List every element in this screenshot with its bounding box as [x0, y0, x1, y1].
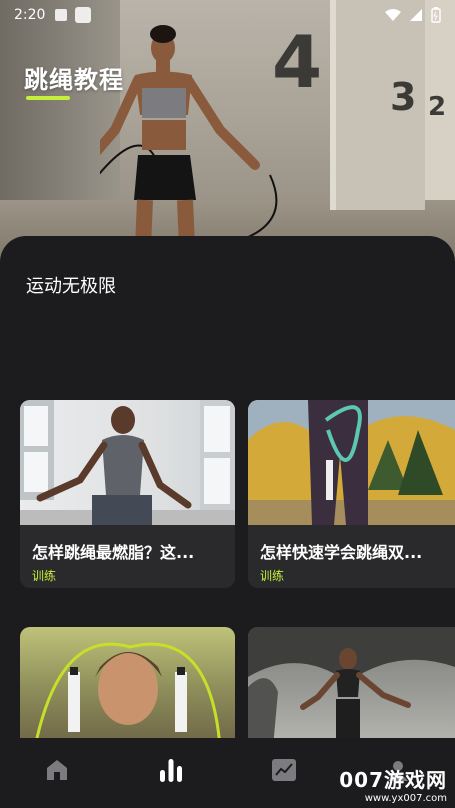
hero-banner: 4 3 2 2:20 跳绳教程	[0, 0, 455, 270]
battery-icon	[431, 7, 441, 23]
section-title: 运动无极限	[26, 276, 116, 297]
card-thumbnail	[20, 627, 235, 747]
title-underline	[26, 96, 70, 100]
video-card[interactable]: 怎样跳绳最燃脂？这... 训练	[20, 400, 235, 588]
notification-square-icon	[75, 7, 92, 23]
signal-icon	[410, 9, 422, 21]
wifi-icon	[385, 9, 401, 21]
notification-a-icon	[55, 9, 68, 21]
watermark-url: www.yx007.com	[364, 793, 447, 804]
card-title: 怎样跳绳最燃脂？这...	[32, 543, 195, 562]
home-icon	[46, 760, 67, 780]
page-title: 跳绳教程	[24, 66, 124, 94]
card-thumbnail	[248, 400, 455, 525]
nav-home[interactable]	[32, 750, 82, 790]
bar-chart-icon	[159, 759, 182, 782]
trend-chart-icon	[272, 759, 297, 781]
card-thumbnail	[248, 627, 455, 747]
nav-trends[interactable]	[259, 750, 309, 790]
status-time: 2:20	[14, 7, 46, 23]
video-card[interactable]	[20, 627, 235, 747]
watermark-brand: 007游戏网	[339, 768, 447, 792]
card-title: 怎样快速学会跳绳双...	[260, 543, 423, 562]
watermark: 007游戏网 www.yx007.com	[339, 764, 447, 804]
bottom-nav: 007游戏网 www.yx007.com	[0, 738, 455, 808]
athlete-image	[100, 25, 278, 270]
card-tag: 训练	[32, 569, 57, 583]
video-card[interactable]: 怎样快速学会跳绳双... 训练	[248, 400, 455, 588]
status-bar: 2:20	[0, 0, 455, 30]
card-thumbnail	[20, 400, 235, 525]
nav-stats[interactable]	[146, 750, 196, 790]
video-card[interactable]	[248, 627, 455, 747]
card-tag: 训练	[260, 569, 285, 583]
